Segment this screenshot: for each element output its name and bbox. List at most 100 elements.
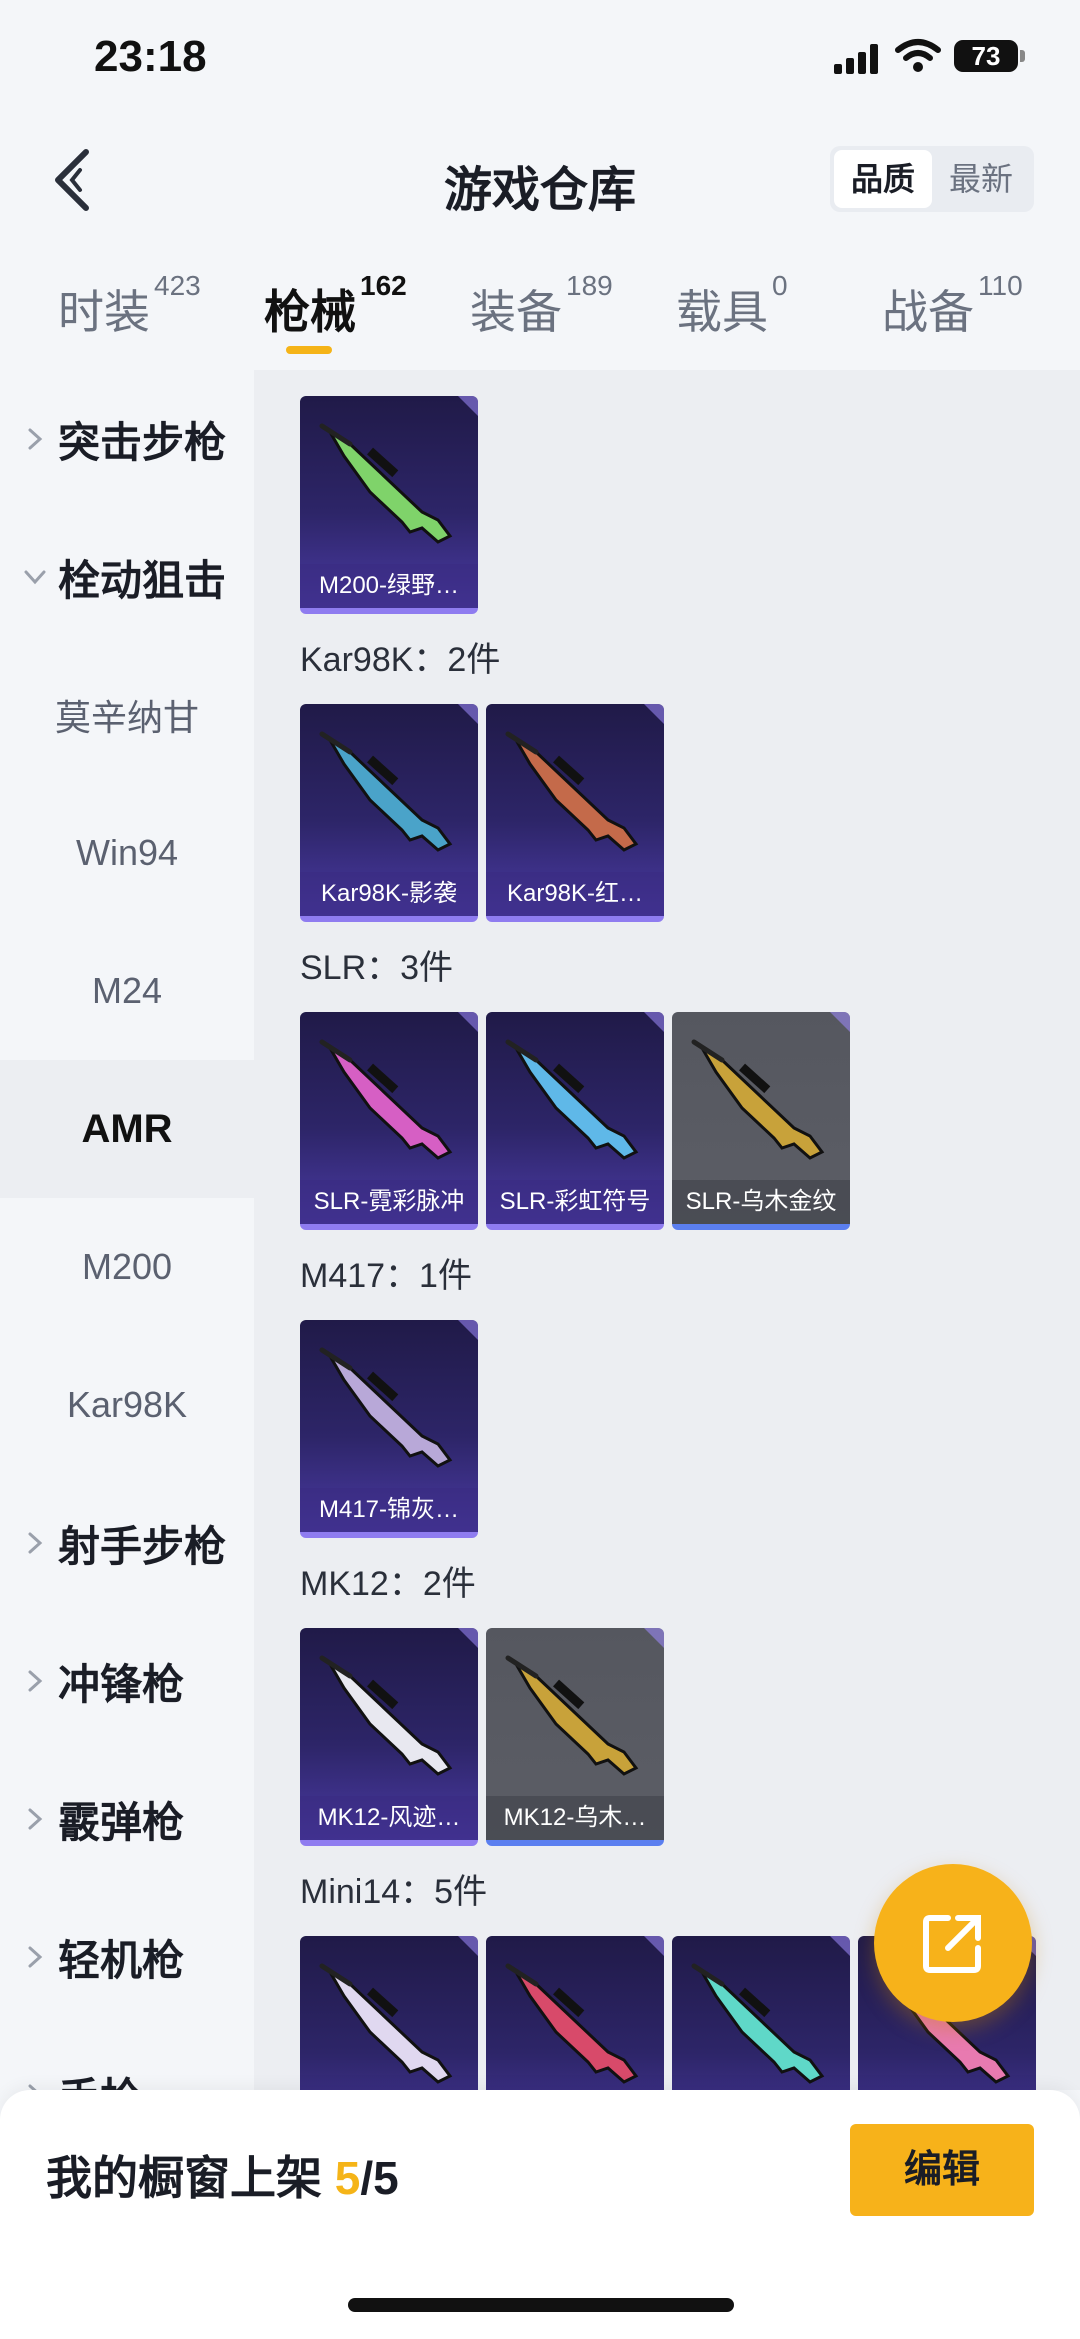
sort-by-newest[interactable]: 最新 (932, 150, 1030, 208)
weapon-name: SLR-霓彩脉冲 (300, 1180, 478, 1224)
weapon-card[interactable]: Mini14-1 (300, 1936, 478, 2090)
weapon-icon (319, 1347, 453, 1468)
sort-toggle: 品质 最新 (830, 146, 1034, 212)
weapon-name: Kar98K-影袭 (300, 872, 478, 916)
tab-label: 枪械 (264, 286, 356, 338)
sidebar-item-label: 轻机枪 (58, 1936, 185, 1984)
sidebar-item-mosin[interactable]: 莫辛纳甘 (0, 646, 254, 784)
tab-equipment[interactable]: 装备189 (470, 270, 613, 342)
weapon-card[interactable]: SLR-乌木金纹 (672, 1012, 850, 1230)
chevron-right-icon (28, 2084, 37, 2090)
weapon-name: SLR-乌木金纹 (672, 1180, 850, 1224)
weapon-card[interactable]: SLR-霓彩脉冲 (300, 1012, 478, 1230)
showcase-status: 我的橱窗上架 5/5 (46, 2142, 399, 2208)
share-external-icon (923, 1915, 981, 1973)
weapon-icon (319, 1963, 453, 2084)
weapon-card[interactable]: MK12-乌木… (486, 1628, 664, 1846)
weapon-name: M200-绿野… (300, 564, 478, 608)
sidebar-item-m200[interactable]: M200 (0, 1198, 254, 1336)
tab-count: 189 (566, 270, 613, 301)
chevron-right-icon (28, 1670, 43, 1692)
tab-supplies[interactable]: 战备110 (882, 270, 1023, 342)
chevron-right-icon (28, 1946, 43, 1968)
section-label: Kar98K：2件 (300, 641, 501, 679)
weapon-card[interactable]: Kar98K-红… (486, 704, 664, 922)
section-label: M417：1件 (300, 1257, 472, 1295)
tab-label: 装备 (470, 286, 562, 338)
weapon-icon (319, 423, 453, 544)
tab-count: 423 (154, 270, 201, 301)
tab-fashion[interactable]: 时装423 (58, 270, 201, 342)
sidebar-item-label: 霰弹枪 (58, 1798, 185, 1846)
weapon-card[interactable]: M200-绿野… (300, 396, 478, 614)
weapon-icon (319, 1039, 453, 1160)
weapon-icon (691, 1039, 825, 1160)
battery-cap (1020, 50, 1025, 62)
tab-label: 时装 (58, 286, 150, 338)
sidebar-item-shotgun[interactable]: 霰弹枪 (0, 1750, 254, 1888)
weapon-card[interactable]: Mini14-3 (672, 1936, 850, 2090)
tab-count: 0 (772, 270, 788, 301)
status-time: 23:18 (94, 32, 207, 81)
sidebar-item-label: 栓动狙击 (58, 556, 227, 604)
weapon-name: MK12-乌木… (486, 1796, 664, 1840)
wifi-icon (895, 39, 941, 72)
weapon-card[interactable]: M417-锦灰… (300, 1320, 478, 1538)
weapon-icon (505, 731, 639, 852)
chevron-right-icon (28, 428, 43, 450)
sidebar-item-smg[interactable]: 冲锋枪 (0, 1612, 254, 1750)
edit-button[interactable]: 编辑 (850, 2124, 1034, 2216)
sidebar-item-kar98k[interactable]: Kar98K (0, 1336, 254, 1474)
weapon-icon (319, 731, 453, 852)
sidebar-item-label: 冲锋枪 (58, 1660, 185, 1708)
weapon-card[interactable]: Mini14-2 (486, 1936, 664, 2090)
weapon-name: SLR-彩虹符号 (486, 1180, 664, 1224)
sidebar-item-label: 突击步枪 (58, 418, 227, 466)
chevron-right-icon (28, 1808, 43, 1830)
weapon-grid: M200-绿野… Kar98K：2件 Kar98K-影袭 Kar98K-红… SLR：3… (254, 370, 1080, 2090)
cellular-signal-icon (834, 44, 878, 74)
sidebar-item-lmg[interactable]: 轻机枪 (0, 1888, 254, 2026)
sort-by-quality[interactable]: 品质 (834, 150, 932, 208)
sidebar-item-label: 射手步枪 (58, 1522, 227, 1570)
sidebar-item-label: 手枪 (58, 2065, 142, 2091)
sidebar: 突击步枪 栓动狙击 莫辛纳甘 Win94 M24 AMR M200 Kar98K… (0, 370, 254, 2090)
sidebar-item-pistol[interactable]: 手枪 (0, 2026, 254, 2090)
sidebar-item-marksman[interactable]: 射手步枪 (0, 1474, 254, 1612)
weapon-card[interactable]: MK12-风迹… (300, 1628, 478, 1846)
tab-label: 战备 (882, 286, 974, 338)
status-bar: 23:18 73 (0, 0, 1080, 120)
weapon-icon (505, 1963, 639, 2084)
weapon-card[interactable]: SLR-彩虹符号 (486, 1012, 664, 1230)
tab-count: 162 (360, 270, 407, 301)
weapon-icon (691, 1963, 825, 2084)
weapon-icon (505, 1039, 639, 1160)
header: 游戏仓库 品质 最新 (0, 120, 1080, 240)
weapon-card[interactable]: Kar98K-影袭 (300, 704, 478, 922)
showcase-label: 我的橱窗上架 (46, 2152, 322, 2204)
share-button[interactable] (874, 1864, 1032, 2022)
tab-count: 110 (978, 270, 1023, 301)
sidebar-item-assault-rifle[interactable]: 突击步枪 (0, 370, 254, 508)
weapon-icon (505, 1655, 639, 1776)
category-tabs: 时装423 枪械162 装备189 载具0 战备110 (0, 260, 1080, 370)
tab-label: 载具 (676, 286, 768, 338)
weapon-name: M417-锦灰… (300, 1488, 478, 1532)
chevron-right-icon (28, 1532, 43, 1554)
weapon-icon (319, 1655, 453, 1776)
section-label: MK12：2件 (300, 1565, 476, 1603)
showcase-current-count: 5 (334, 2152, 361, 2204)
weapon-name: MK12-风迹… (300, 1796, 478, 1840)
sidebar-item-bolt-sniper[interactable]: 栓动狙击 (0, 508, 254, 646)
tab-vehicles[interactable]: 载具0 (676, 270, 788, 342)
battery-indicator: 73 (954, 40, 1018, 72)
weapon-name: Kar98K-红… (486, 872, 664, 916)
section-label: SLR：3件 (300, 949, 454, 987)
active-tab-indicator (286, 346, 332, 354)
chevron-down-icon (24, 570, 46, 585)
tab-firearms[interactable]: 枪械162 (264, 270, 407, 342)
sidebar-item-win94[interactable]: Win94 (0, 784, 254, 922)
sidebar-item-m24[interactable]: M24 (0, 922, 254, 1060)
sidebar-item-amr[interactable]: AMR (0, 1060, 254, 1198)
showcase-total-count: /5 (360, 2152, 399, 2204)
